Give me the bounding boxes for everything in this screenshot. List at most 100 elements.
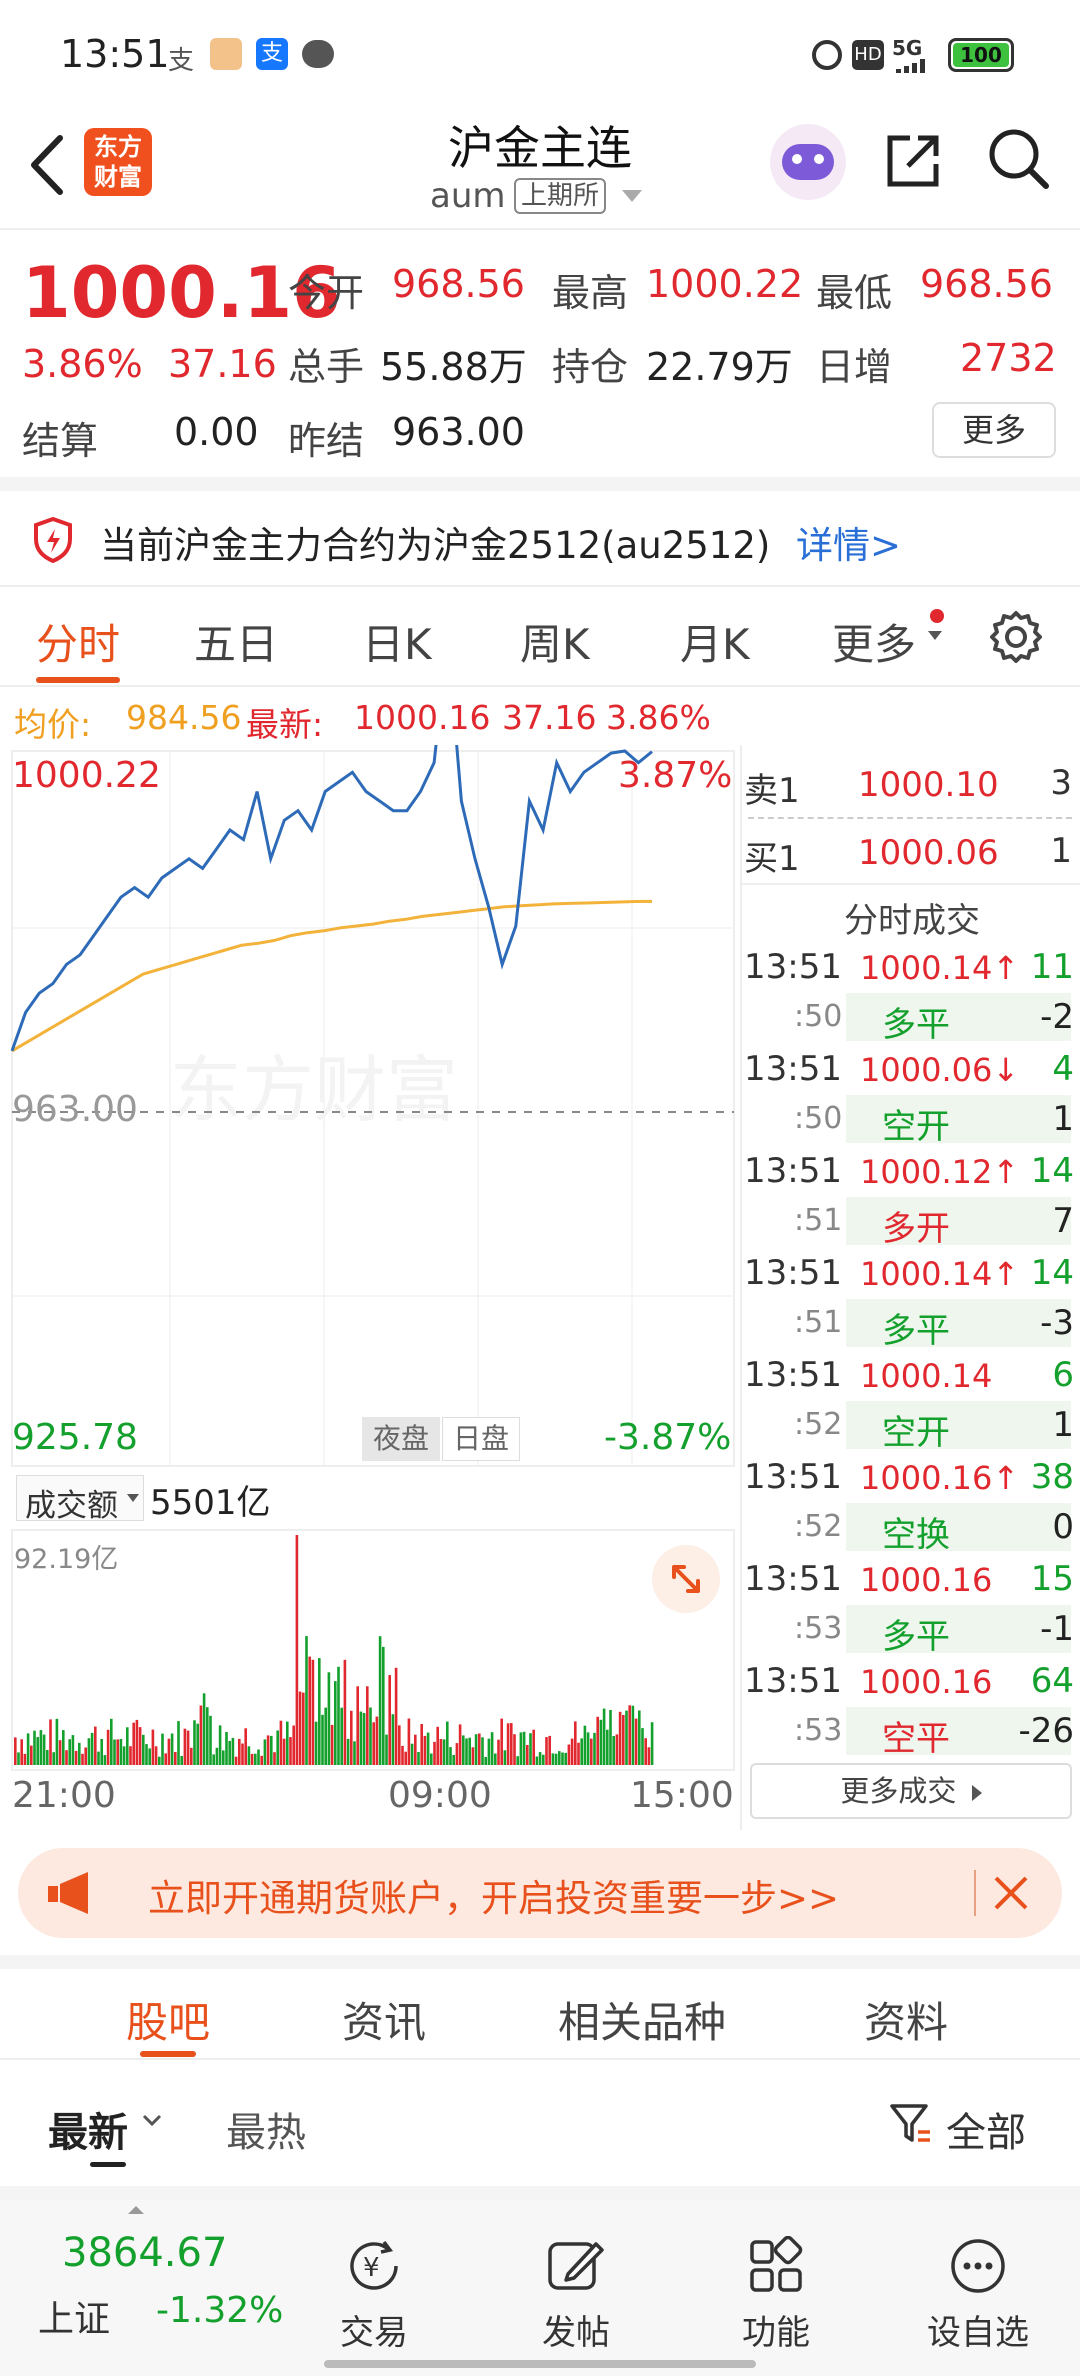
tab-intraday[interactable]: 分时 — [36, 611, 120, 672]
settle-value: 0.00 — [174, 410, 259, 454]
battery-icon: 100 — [948, 38, 1014, 72]
tab-profile[interactable]: 资料 — [864, 1989, 948, 2050]
search-icon[interactable] — [986, 126, 1052, 192]
volume-dropdown-icon — [127, 1494, 139, 1502]
session-day-tab[interactable]: 日盘 — [442, 1417, 520, 1461]
status-bar: 13:51 支 支 HD 5G 100 — [0, 0, 1080, 110]
tick-row: 13:51 1000.16 64:53 空平 -26 — [742, 1661, 1080, 1763]
nav-trade[interactable]: ¥ 交易 — [274, 2200, 474, 2376]
nav-watchlist[interactable]: 设自选 — [878, 2200, 1078, 2376]
tab-weekly-k[interactable]: 周K — [520, 611, 590, 672]
tick-volume: 15 — [1030, 1559, 1074, 1599]
ad-banner[interactable]: 立即开通期货账户，开启投资重要一步>> — [18, 1848, 1062, 1938]
filter-all[interactable]: 全部 — [946, 2100, 1026, 2158]
volume-bar — [462, 1735, 465, 1765]
volume-bar — [122, 1746, 126, 1765]
tab-news[interactable]: 资讯 — [342, 1989, 426, 2050]
tick-kind-bg — [846, 1503, 1071, 1551]
volume-bar — [382, 1646, 385, 1765]
tick-kind: 多平 — [882, 1005, 950, 1045]
tick-price: 1000.06↓ — [860, 1051, 1020, 1089]
volume-bar — [266, 1735, 270, 1765]
notice-bar[interactable]: 当前沪金主力合约为沪金2512(au2512) 详情> — [0, 477, 1080, 587]
more-ticks-button[interactable]: 更多成交 — [750, 1763, 1072, 1819]
tab-related[interactable]: 相关品种 — [558, 1989, 726, 2050]
session-night-tab[interactable]: 夜盘 — [362, 1417, 440, 1461]
change-pct: 3.86% — [22, 342, 143, 386]
more-ticks-label: 更多成交 — [840, 1774, 957, 1808]
volume-bar — [596, 1716, 599, 1765]
buy1-volume: 1 — [1050, 831, 1072, 871]
tick-volume: 38 — [1030, 1457, 1074, 1497]
tick-delta: 1 — [1052, 1099, 1074, 1139]
expand-icon[interactable] — [652, 1545, 720, 1613]
volume-bar — [650, 1722, 654, 1765]
index-pct: -1.32% — [156, 2290, 284, 2331]
share-icon[interactable] — [880, 128, 946, 194]
tick-time: 13:51 — [744, 1049, 842, 1089]
volume-bar — [218, 1725, 222, 1765]
tab-forum[interactable]: 股吧 — [126, 1989, 210, 2050]
close-icon[interactable] — [990, 1872, 1032, 1914]
tick-volume: 14 — [1030, 1253, 1074, 1293]
intraday-chart[interactable]: 东方财富 1000.22 3.87% 963.00 925.78 -3.87% … — [0, 745, 740, 1830]
notice-link[interactable]: 详情> — [796, 515, 901, 569]
sort-latest[interactable]: 最新 — [48, 2100, 128, 2158]
volume-bar — [449, 1747, 452, 1765]
tick-kind-bg — [846, 1605, 1071, 1653]
tick-kind-bg — [846, 1197, 1071, 1245]
nav-post[interactable]: 发帖 — [476, 2200, 676, 2376]
dropdown-icon[interactable] — [622, 190, 642, 202]
volume-bar — [158, 1756, 161, 1765]
volume-label: 总手 — [288, 345, 365, 389]
volume-bar — [238, 1738, 241, 1765]
prev-settle-label: 昨结 — [288, 419, 365, 463]
more-quote-button[interactable]: 更多 — [932, 402, 1056, 458]
volume-bar — [356, 1686, 359, 1765]
settings-icon[interactable] — [988, 609, 1044, 665]
tab-daily-k[interactable]: 日K — [362, 611, 432, 672]
volume-bar — [324, 1707, 327, 1765]
volume-bar — [631, 1705, 635, 1765]
volume-bar — [455, 1743, 459, 1765]
nav-post-label: 发帖 — [542, 2313, 610, 2353]
volume-bar — [270, 1735, 273, 1765]
open-value: 968.56 — [392, 262, 525, 306]
chart-tabs: 分时 五日 日K 周K 月K 更多 — [0, 587, 1080, 687]
volume-bar — [33, 1730, 36, 1765]
y-top-label: 1000.22 — [12, 755, 161, 796]
volume-bar — [375, 1716, 379, 1765]
filter-icon[interactable] — [888, 2100, 934, 2146]
tick-kind: 空开 — [882, 1107, 950, 1147]
tick-delta: 1 — [1052, 1405, 1074, 1445]
volume-bar — [430, 1753, 433, 1765]
tab-monthly-k[interactable]: 月K — [680, 611, 750, 672]
index-ticker[interactable]: 3864.67 上证 -1.32% — [0, 2200, 300, 2376]
volume-bar — [289, 1737, 292, 1765]
tick-row: 13:51 1000.12↑ 14:51 多开 7 — [742, 1151, 1080, 1253]
alipay-icon: 支 — [168, 46, 195, 76]
tab-five-day[interactable]: 五日 — [194, 611, 278, 672]
volume-selector[interactable]: 成交额 — [16, 1475, 144, 1524]
sell1-volume: 3 — [1050, 763, 1072, 803]
back-icon[interactable] — [22, 130, 72, 200]
watermark: 东方财富 — [170, 1048, 458, 1132]
tick-time: 13:51 — [744, 1253, 842, 1293]
pct-bottom-label: -3.87% — [604, 1417, 732, 1458]
nav-functions[interactable]: 功能 — [676, 2200, 876, 2376]
sort-hot[interactable]: 最热 — [226, 2100, 306, 2158]
settle-label: 结算 — [22, 419, 99, 463]
volume-bar — [282, 1738, 286, 1765]
volume-bar — [385, 1734, 388, 1765]
volume-bar — [446, 1721, 449, 1765]
content-tabs: 股吧 资讯 相关品种 资料 — [0, 1955, 1080, 2060]
volume-bar — [273, 1752, 276, 1765]
volume-bar — [442, 1739, 446, 1765]
volume-bar — [551, 1753, 555, 1765]
volume-bar — [318, 1658, 321, 1765]
volume-bar — [170, 1733, 174, 1765]
assistant-avatar-icon[interactable] — [770, 124, 846, 200]
volume-bar — [206, 1707, 209, 1765]
tick-time: 13:51 — [744, 1355, 842, 1395]
tab-more[interactable]: 更多 — [832, 611, 916, 672]
